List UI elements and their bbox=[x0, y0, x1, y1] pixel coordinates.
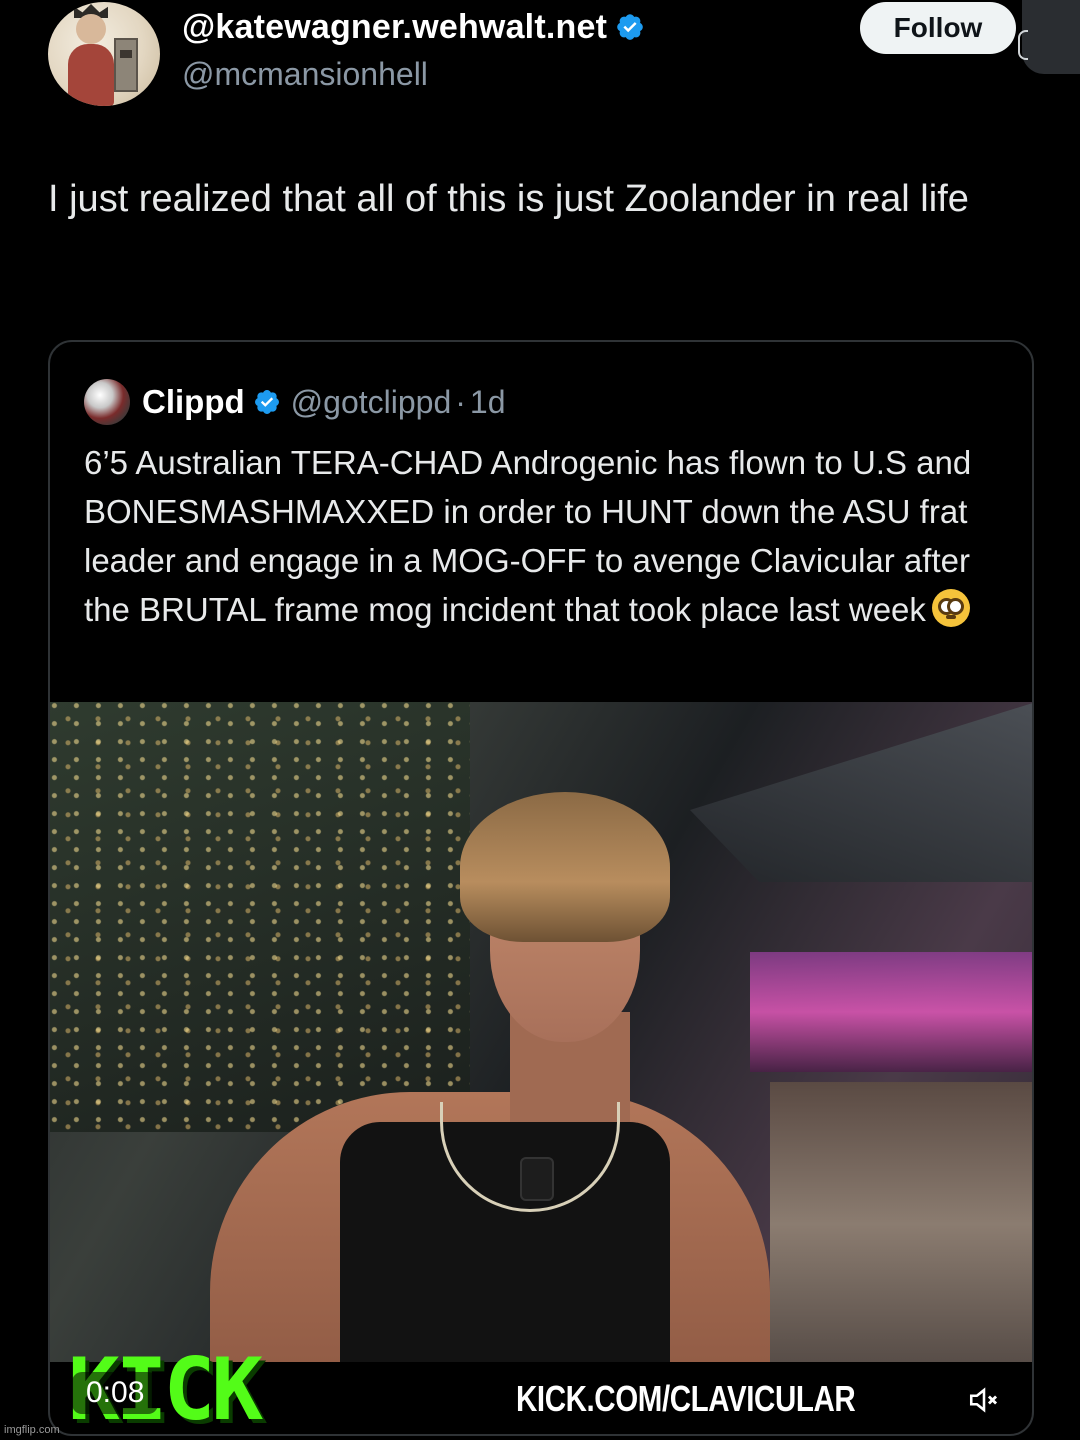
user-avatar[interactable] bbox=[48, 2, 160, 106]
imgflip-watermark: imgflip.com bbox=[4, 1424, 60, 1436]
flushed-face-emoji-icon bbox=[931, 589, 970, 627]
tweet-text: I just realized that all of this is just… bbox=[48, 178, 969, 220]
tweet-header: @katewagner.wehwalt.net @mcmansionhell F… bbox=[0, 0, 1080, 130]
quoted-tweet-card[interactable]: Clippd @gotclippd · 1d 6’5 Australian TE… bbox=[48, 340, 1034, 1436]
quoted-display-name[interactable]: Clippd bbox=[142, 383, 245, 421]
separator-dot: · bbox=[455, 383, 466, 420]
user-handle[interactable]: @mcmansionhell bbox=[182, 56, 428, 93]
display-name-row[interactable]: @katewagner.wehwalt.net bbox=[182, 8, 645, 47]
video-subject bbox=[210, 792, 770, 1434]
display-name[interactable]: @katewagner.wehwalt.net bbox=[182, 8, 607, 46]
quoted-tweet-time[interactable]: 1d bbox=[470, 384, 506, 421]
quoted-user-avatar[interactable] bbox=[84, 379, 130, 425]
follow-button[interactable]: Follow bbox=[860, 2, 1016, 54]
mute-toggle-button[interactable] bbox=[964, 1380, 1004, 1420]
kick-url-overlay: KICK.COM/CLAVICULAR bbox=[516, 1378, 856, 1419]
verified-badge-icon bbox=[617, 14, 643, 40]
speaker-muted-icon bbox=[969, 1387, 998, 1413]
video-player[interactable]: KICK 0:08 KICK.COM/CLAVICULAR bbox=[50, 702, 1032, 1434]
quoted-tweet-header: Clippd @gotclippd · 1d bbox=[84, 379, 506, 425]
verified-badge-icon bbox=[254, 390, 279, 414]
video-timestamp: 0:08 bbox=[72, 1372, 159, 1414]
side-overlay-tab[interactable] bbox=[1018, 0, 1080, 74]
quoted-user-handle[interactable]: @gotclippd bbox=[291, 384, 452, 421]
quoted-tweet-text: 6’5 Australian TERA-CHAD Androgenic has … bbox=[84, 444, 972, 628]
quoted-tweet-text-block: 6’5 Australian TERA-CHAD Androgenic has … bbox=[84, 438, 1014, 634]
